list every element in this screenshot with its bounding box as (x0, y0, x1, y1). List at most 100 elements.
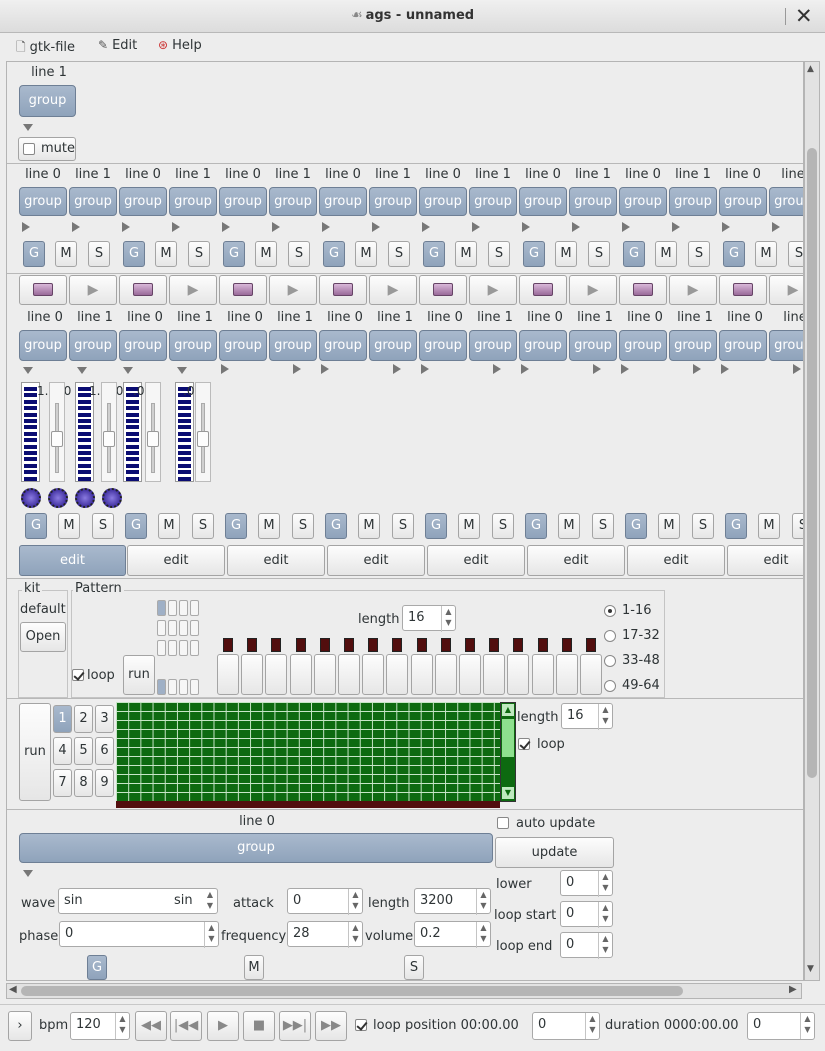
scroll-right-icon[interactable]: ▶ (789, 984, 797, 995)
expander-triangle[interactable] (172, 222, 180, 232)
group-toggle[interactable]: G (625, 513, 647, 539)
mute-toggle[interactable]: M (755, 241, 777, 267)
volume-fader[interactable] (49, 382, 65, 482)
range-radio[interactable] (604, 605, 616, 617)
group-button[interactable]: group (219, 330, 267, 361)
duration-spinner[interactable]: 0 ▲ ▼ (747, 1012, 815, 1040)
synth-length-spinner[interactable]: 3200 ▲ ▼ (414, 888, 491, 915)
spin-arrows-icon[interactable]: ▲ ▼ (598, 704, 612, 730)
group-toggle[interactable]: G (523, 241, 545, 267)
pattern-run-button[interactable]: run (123, 655, 155, 695)
mute-toggle[interactable]: M (558, 513, 580, 539)
group-button[interactable]: group (469, 187, 517, 216)
mute-toggle[interactable]: M (458, 513, 480, 539)
expander-triangle[interactable] (322, 222, 330, 232)
expander-triangle[interactable] (622, 222, 630, 232)
solo-toggle[interactable]: S (592, 513, 614, 539)
dial-knob[interactable] (75, 488, 95, 508)
group-toggle[interactable]: G (223, 241, 245, 267)
solo-toggle[interactable]: S (792, 513, 803, 539)
step-pad[interactable] (531, 654, 554, 695)
step-pad[interactable] (410, 654, 433, 695)
range-radio[interactable] (604, 630, 616, 642)
expander-triangle[interactable] (521, 364, 529, 374)
group-button[interactable]: group (419, 330, 467, 361)
group-button[interactable]: group (319, 330, 367, 361)
group-button[interactable]: group (769, 187, 803, 216)
group-button[interactable]: group (519, 187, 567, 216)
mute-toggle[interactable]: M (655, 241, 677, 267)
open-folder-button[interactable] (119, 275, 167, 305)
expander-triangle[interactable] (372, 222, 380, 232)
expander-triangle[interactable] (177, 367, 187, 374)
group-button[interactable]: group (119, 187, 167, 216)
group-toggle[interactable]: G (325, 513, 347, 539)
expander-triangle[interactable] (693, 364, 701, 374)
position-spinner[interactable]: 0 ▲ ▼ (532, 1012, 600, 1040)
mute-toggle[interactable]: M (158, 513, 180, 539)
group-toggle[interactable]: G (623, 241, 645, 267)
loop-checkbox[interactable] (72, 669, 84, 681)
edit-button[interactable]: edit (727, 545, 803, 576)
matrix-loop-checkbox[interactable] (518, 738, 530, 750)
fader-knob[interactable] (197, 431, 209, 447)
volume-fader[interactable] (101, 382, 117, 482)
expander-triangle[interactable] (472, 222, 480, 232)
group-button[interactable]: group (519, 330, 567, 361)
synth-group-button[interactable]: group (19, 833, 493, 863)
group-button[interactable]: group (469, 330, 517, 361)
mute-toggle[interactable]: M (58, 513, 80, 539)
pattern-select-square[interactable] (190, 600, 199, 616)
loop-end-spinner[interactable]: 0 ▲ ▼ (560, 932, 613, 959)
step-pad[interactable] (507, 654, 530, 695)
matrix-button[interactable]: 3 (95, 705, 114, 733)
volume-spinner[interactable]: 0.2 ▲ ▼ (414, 921, 491, 948)
step-pad[interactable] (386, 654, 409, 695)
edit-button[interactable]: edit (427, 545, 525, 576)
vertical-scroll-thumb[interactable] (807, 148, 817, 778)
group-button[interactable]: group (569, 187, 617, 216)
scroll-left-icon[interactable]: ◀ (9, 984, 17, 995)
horizontal-scrollbar[interactable]: ◀ ▶ (6, 983, 802, 999)
group-toggle[interactable]: G (725, 513, 747, 539)
wave-combo[interactable]: sin sin ▲ ▼ (58, 888, 218, 914)
open-folder-button[interactable] (419, 275, 467, 305)
dial-knob[interactable] (48, 488, 68, 508)
pattern-select-square[interactable] (157, 600, 166, 616)
mute-toggle[interactable]: M (355, 241, 377, 267)
expander-triangle[interactable] (221, 364, 229, 374)
group-toggle[interactable]: G (23, 241, 45, 267)
rewind-icon[interactable]: ◀◀ (135, 1011, 167, 1041)
group-button[interactable]: group (219, 187, 267, 216)
pattern-select-square[interactable] (168, 620, 177, 636)
pattern-select-square[interactable] (190, 620, 199, 636)
group-button[interactable]: group (719, 187, 767, 216)
step-pad[interactable] (289, 654, 312, 695)
spin-arrows-icon[interactable]: ▲ ▼ (476, 889, 490, 915)
group-button[interactable]: group (169, 187, 217, 216)
step-pad[interactable] (313, 654, 336, 695)
spin-arrows-icon[interactable]: ▲ ▼ (204, 922, 218, 948)
group-toggle[interactable]: G (323, 241, 345, 267)
expander-triangle[interactable] (272, 222, 280, 232)
group-toggle[interactable]: G (225, 513, 247, 539)
scroll-up-icon[interactable]: ▲ (807, 64, 814, 74)
expander-triangle[interactable] (222, 222, 230, 232)
pattern-select-square[interactable] (179, 640, 188, 656)
close-icon[interactable]: ✕ (795, 4, 813, 28)
step-pad[interactable] (241, 654, 264, 695)
synth-solo-toggle[interactable]: S (404, 955, 424, 980)
combo-arrows-icon[interactable]: ▲ ▼ (203, 889, 217, 915)
solo-toggle[interactable]: S (288, 241, 310, 267)
expander-triangle[interactable] (72, 222, 80, 232)
group-toggle[interactable]: G (125, 513, 147, 539)
solo-toggle[interactable]: S (392, 513, 414, 539)
expander-triangle[interactable] (793, 364, 801, 374)
open-folder-button[interactable] (219, 275, 267, 305)
menu-help[interactable]: ⊛ Help (158, 38, 202, 53)
edit-button[interactable]: edit (19, 545, 126, 576)
expander-triangle[interactable] (23, 870, 33, 877)
group-button[interactable]: group (19, 330, 67, 361)
expander-triangle[interactable] (721, 364, 729, 374)
range-radio[interactable] (604, 680, 616, 692)
